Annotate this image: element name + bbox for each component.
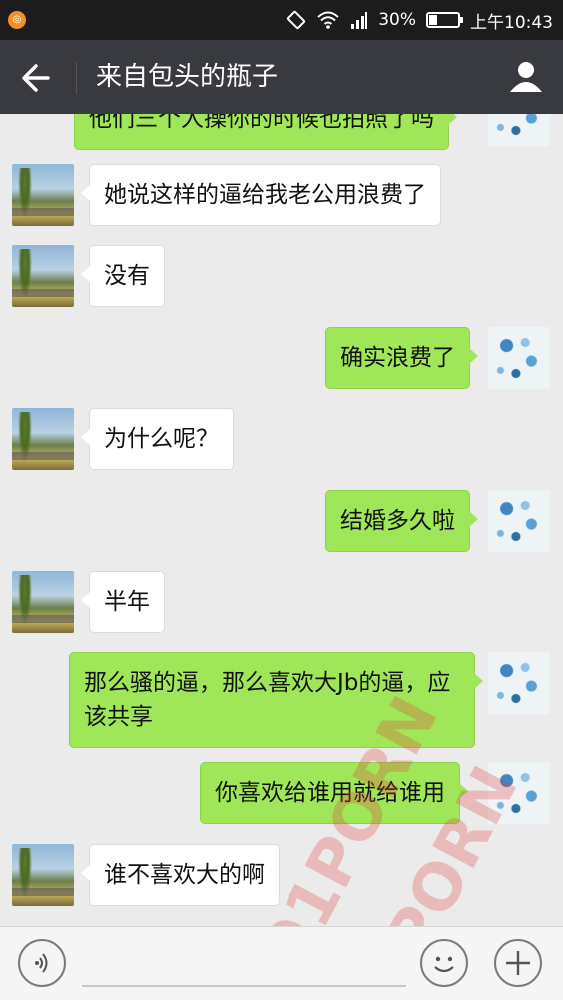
- message-bubble-sent[interactable]: 确实浪费了: [325, 327, 478, 389]
- my-avatar[interactable]: [488, 652, 550, 714]
- person-icon[interactable]: [507, 58, 545, 96]
- my-avatar[interactable]: [488, 490, 550, 552]
- message-bubble-received[interactable]: 她说这样的逼给我老公用浪费了: [81, 164, 441, 226]
- battery-fill: [429, 15, 438, 25]
- input-bar: [0, 926, 563, 1000]
- signal-icon: [351, 12, 368, 29]
- my-avatar[interactable]: [488, 114, 550, 146]
- chat-header: 来自包头的瓶子: [0, 40, 563, 114]
- message-bubble-received[interactable]: 为什么呢？: [81, 408, 234, 470]
- message-list[interactable]: 他们三个人操你的时候也拍照了吗 她说这样的逼给我老公用浪费了 没有 确实浪费了 …: [0, 114, 563, 926]
- message-bubble-sent[interactable]: 那么骚的逼，那么喜欢大Jb的逼，应该共享: [69, 652, 483, 748]
- message-bubble-received[interactable]: 半年: [81, 571, 165, 633]
- contact-avatar[interactable]: [12, 571, 74, 633]
- message-bubble-received[interactable]: 谁不喜欢大的啊: [81, 844, 280, 906]
- contact-avatar[interactable]: [12, 408, 74, 470]
- battery-percent: 30%: [378, 10, 416, 30]
- header-divider: [76, 62, 77, 94]
- emoji-icon[interactable]: [420, 939, 468, 987]
- message-bubble-received[interactable]: 没有: [81, 245, 165, 307]
- voice-icon[interactable]: [18, 939, 66, 987]
- battery-icon: [426, 12, 463, 28]
- clock: 上午10:43: [470, 12, 553, 33]
- rotate-icon: [287, 10, 306, 30]
- wifi-icon: [317, 11, 339, 29]
- my-avatar[interactable]: [488, 327, 550, 389]
- chat-title: 来自包头的瓶子: [96, 62, 279, 92]
- status-bar: ◎ 30% 上午10:43: [0, 0, 563, 40]
- message-bubble-sent[interactable]: 他们三个人操你的时候也拍照了吗: [74, 114, 457, 150]
- message-bubble-sent[interactable]: 结婚多久啦: [325, 490, 478, 552]
- contact-avatar[interactable]: [12, 245, 74, 307]
- contact-avatar[interactable]: [12, 844, 74, 906]
- message-bubble-sent[interactable]: 你喜欢给谁用就给谁用: [200, 762, 468, 824]
- message-input[interactable]: [82, 985, 406, 987]
- status-icons: 30% 上午10:43: [286, 8, 553, 33]
- arrow-left-icon[interactable]: [18, 60, 58, 96]
- notification-app-icon: ◎: [8, 11, 26, 29]
- my-avatar[interactable]: [488, 762, 550, 824]
- plus-icon[interactable]: [494, 939, 542, 987]
- contact-avatar[interactable]: [12, 164, 74, 226]
